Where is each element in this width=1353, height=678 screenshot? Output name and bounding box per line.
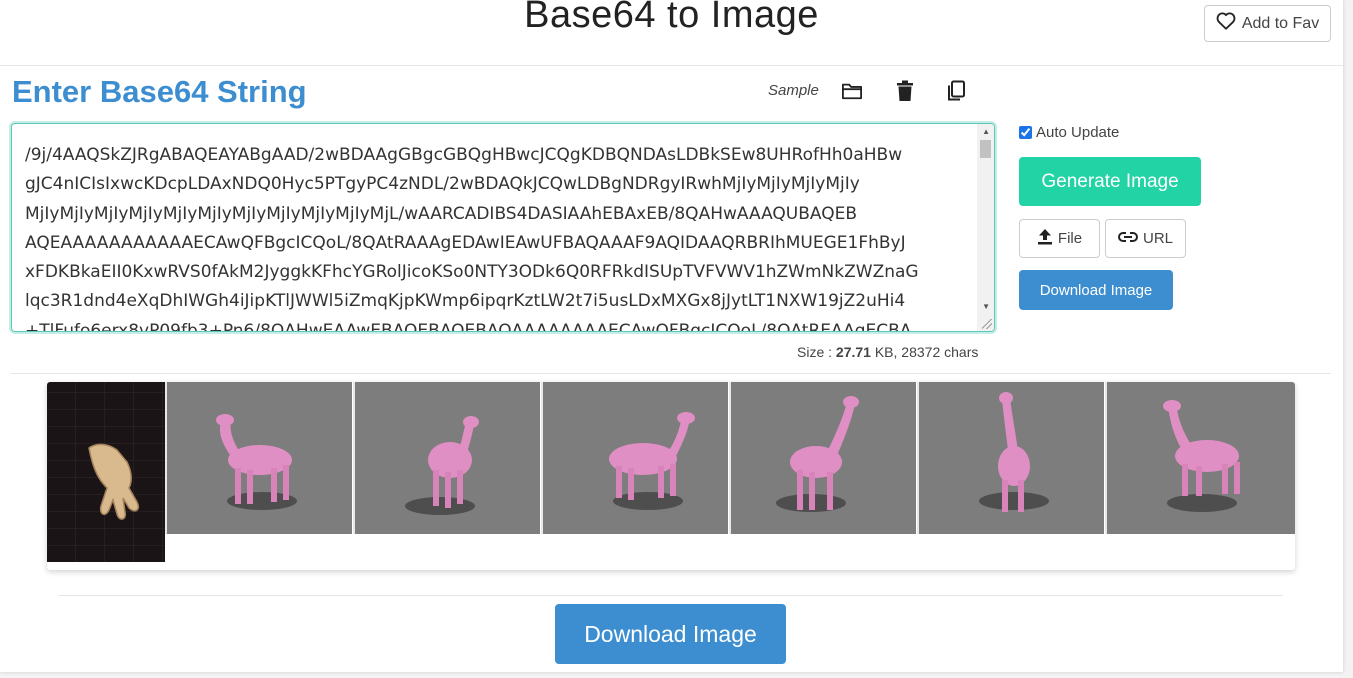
giraffe-figure-icon [998, 392, 1030, 512]
header-divider [0, 65, 1343, 66]
base64-line: +TlFufo6erx8vP09fb3+Pn6/8QAHwEAAwEBAQEBA… [25, 320, 912, 332]
auto-update-checkbox[interactable] [1019, 126, 1032, 139]
trash-icon[interactable] [893, 79, 917, 103]
giraffe-frame [917, 382, 1104, 534]
generate-image-button[interactable]: Generate Image [1019, 157, 1201, 206]
add-to-fav-label: Add to Fav [1241, 14, 1320, 32]
download-image-button[interactable]: Download Image [555, 604, 786, 664]
size-suffix: KB, 28372 chars [870, 344, 979, 360]
base64-line: /9j/4AAQSkZJRgABAQEAYABgAAD/2wBDAAgGBgcG… [25, 145, 903, 165]
giraffe-figure-icon [790, 396, 859, 510]
upload-icon [1037, 228, 1053, 249]
scroll-down-icon[interactable]: ▼ [982, 302, 990, 311]
base64-line: AQEAAAAAAAAAAAECAwQFBgcICQoL/8QAtRAAAgED… [25, 232, 906, 253]
giraffe-figure-icon [609, 412, 695, 500]
resize-grip-icon[interactable] [982, 319, 992, 329]
giraffe-frame [1105, 382, 1295, 534]
textarea-scrollbar[interactable]: ▲ ▼ [977, 124, 994, 331]
copy-icon[interactable] [944, 79, 968, 103]
image-preview [47, 382, 1295, 570]
giraffe-frame [353, 382, 540, 534]
page-title: Base64 to Image [524, 0, 819, 36]
heart-icon [1216, 12, 1236, 35]
add-to-fav-button[interactable]: Add to Fav [1204, 5, 1331, 42]
url-label: URL [1142, 230, 1173, 247]
section-divider [11, 373, 1331, 374]
section-title: Enter Base64 String [12, 74, 307, 109]
url-button[interactable]: URL [1105, 219, 1186, 258]
giraffe-frame [541, 382, 728, 534]
base64-line: MjIyMjIyMjIyMjIyMjIyMjIyMjIyMjIyMjIyMjIy… [25, 203, 858, 224]
hand-figure-icon [88, 443, 140, 520]
giraffe-frame [729, 382, 916, 534]
base64-textarea[interactable]: /9j/4AAQSkZJRgABAQEAYABgAAD/2wBDAAgGBgcG… [11, 123, 995, 332]
dark-thumbnail [47, 382, 165, 562]
scroll-thumb[interactable] [980, 140, 991, 158]
base64-text: /9j/4AAQSkZJRgABAQEAYABgAAD/2wBDAAgGBgcG… [25, 141, 975, 332]
scroll-up-icon[interactable]: ▲ [982, 127, 990, 136]
download-image-button-small[interactable]: Download Image [1019, 270, 1173, 310]
auto-update-toggle[interactable]: Auto Update [1019, 124, 1119, 141]
giraffe-figure-icon [428, 416, 479, 508]
base64-line: gJC4nICIsIxwcKDcpLDAxNDQ0Hyc5PTgyPC4zNDL… [25, 174, 860, 195]
main-card: Base64 to Image Add to Fav Enter Base64 … [0, 0, 1343, 672]
giraffe-figure-icon [216, 414, 292, 504]
base64-line: xFDKBkaEII0KxwRVS0fAkM2JyggkKFhcYGRolJic… [25, 262, 919, 283]
size-info: Size : 27.71 KB, 28372 chars [797, 344, 978, 360]
folder-icon[interactable] [840, 79, 864, 103]
file-upload-button[interactable]: File [1019, 219, 1100, 258]
size-prefix: Size : [797, 344, 836, 360]
giraffe-figure-icon [1163, 400, 1240, 496]
file-label: File [1057, 230, 1083, 247]
auto-update-label: Auto Update [1036, 124, 1120, 141]
size-value: 27.71 [835, 344, 871, 360]
giraffe-frame [165, 382, 352, 534]
sample-link[interactable]: Sample [768, 82, 819, 99]
link-icon [1118, 230, 1138, 247]
bottom-divider [59, 595, 1283, 596]
base64-line: lqc3R1dnd4eXqDhIWGh4iJipKTlJWWl5iZmqKjpK… [25, 291, 906, 312]
